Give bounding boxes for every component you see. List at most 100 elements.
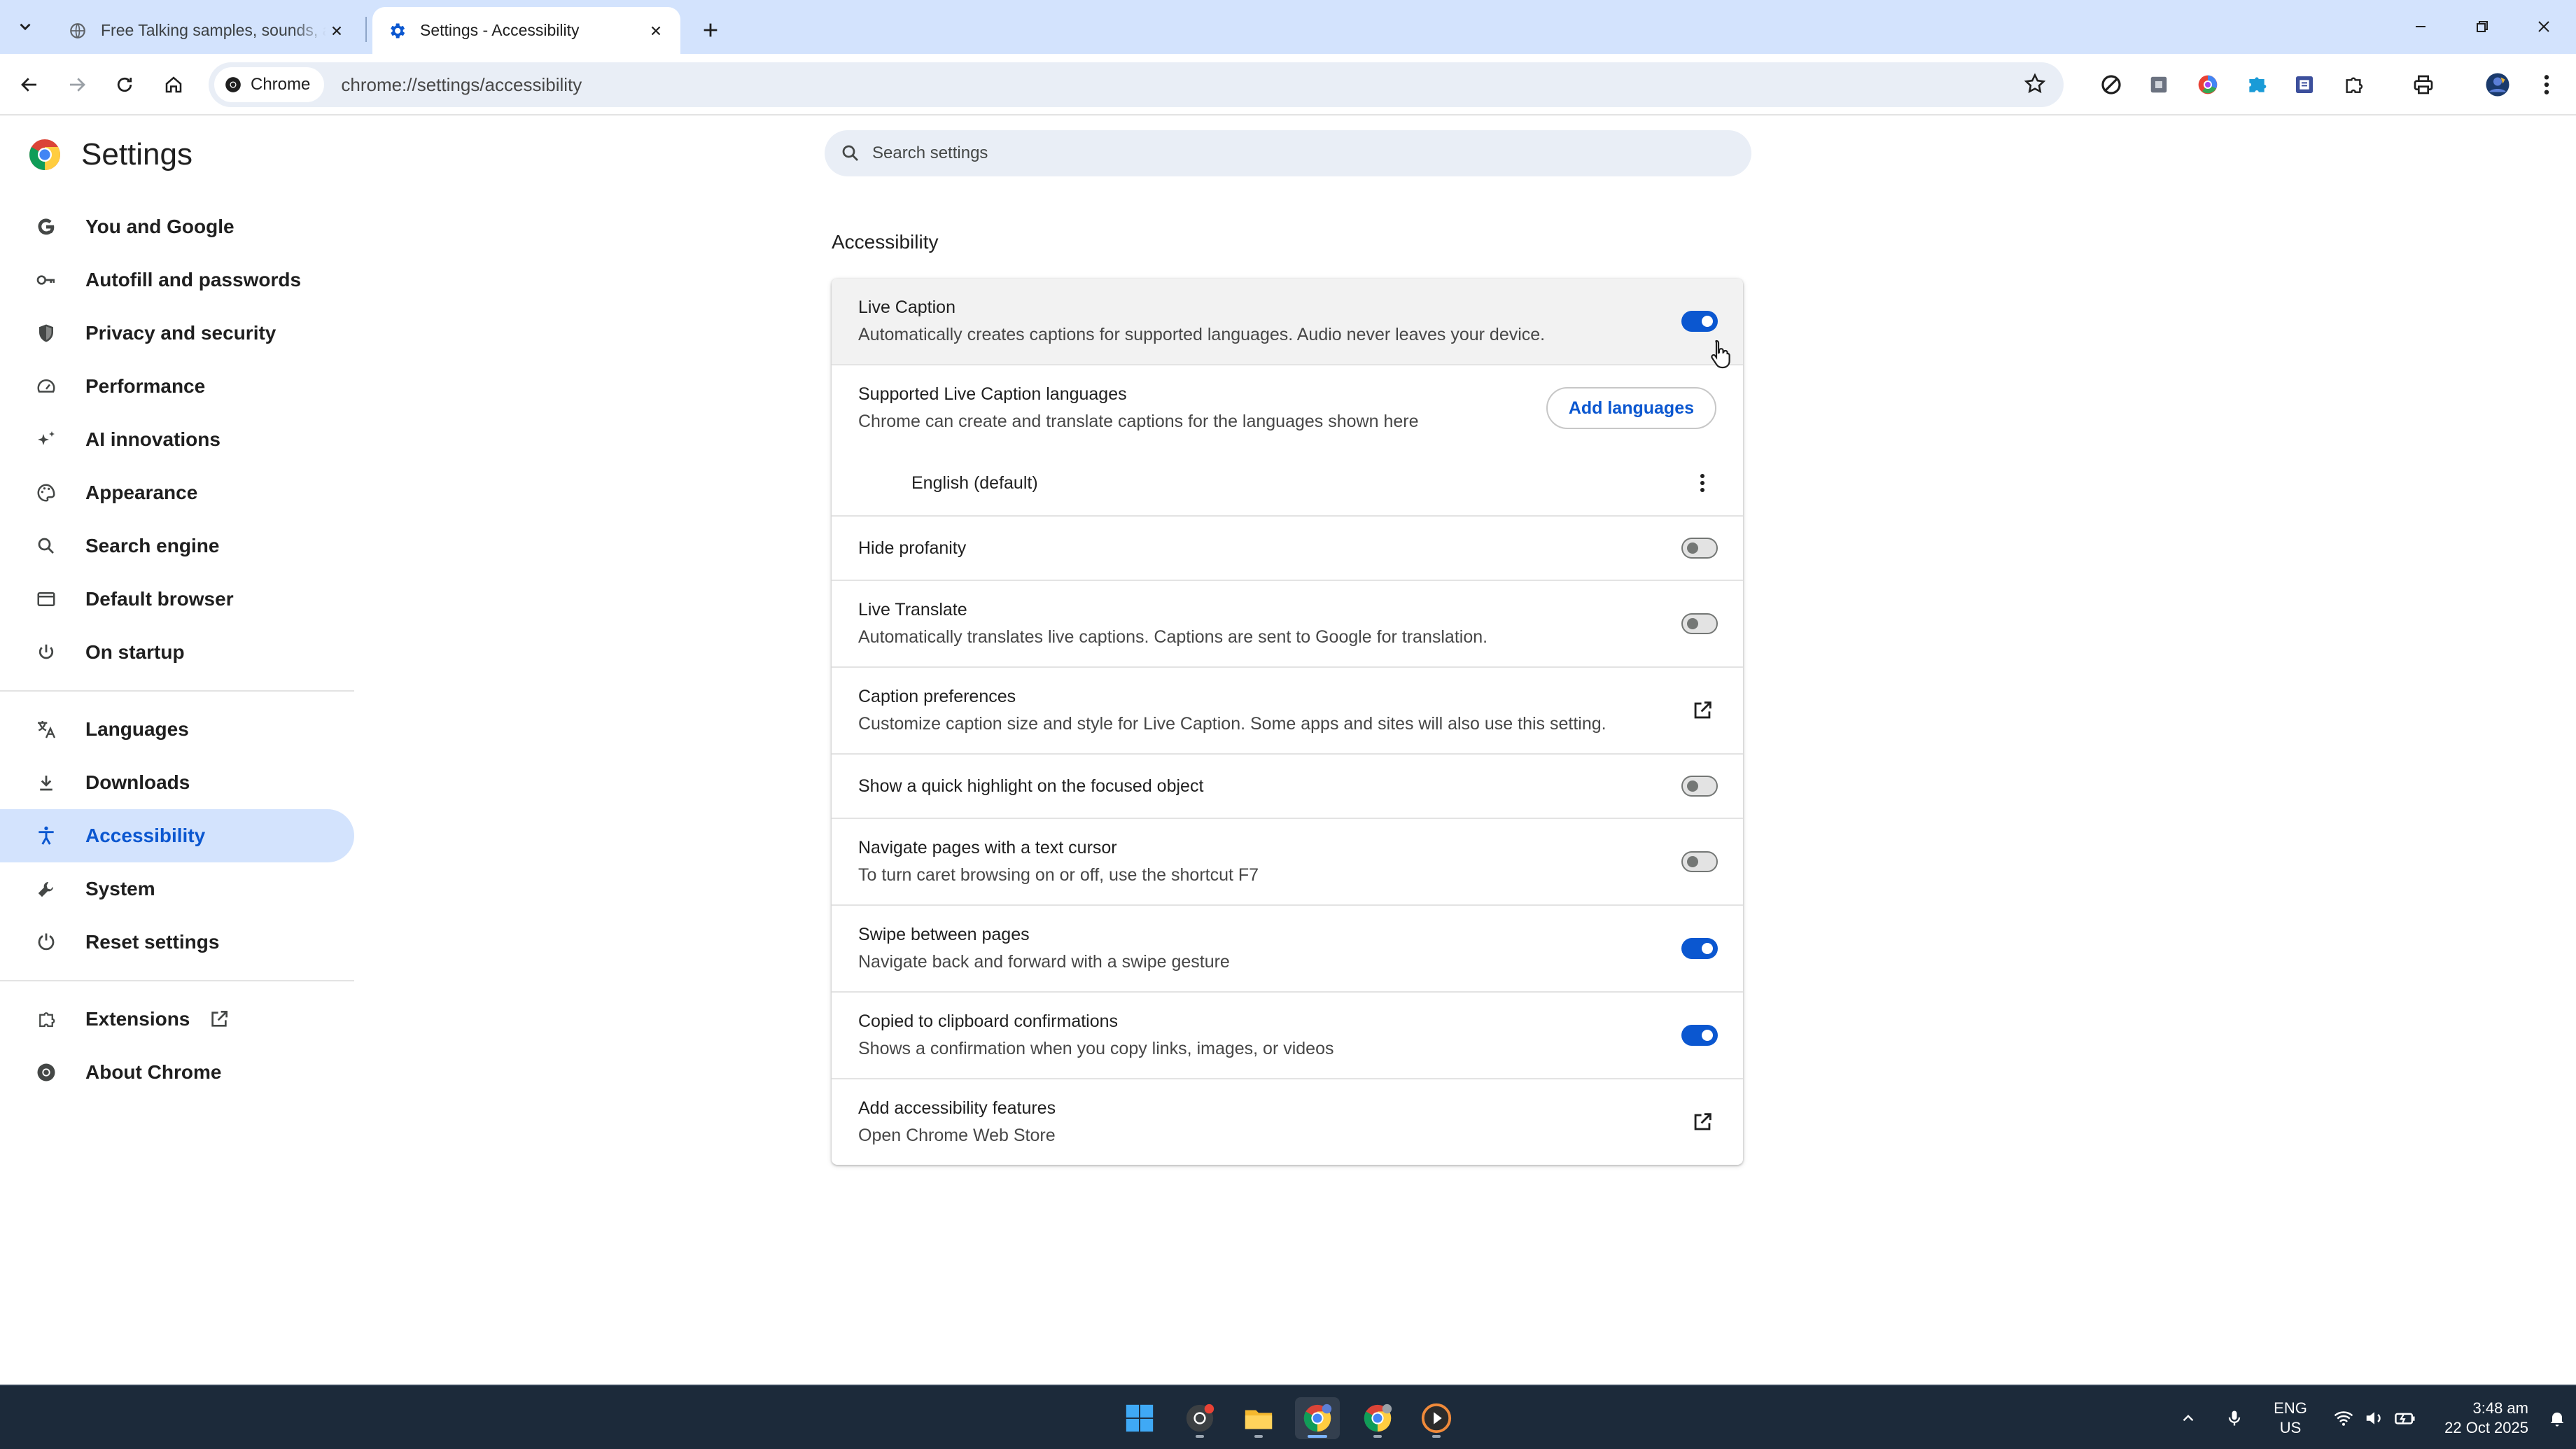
taskbar-media-player[interactable] bbox=[1414, 1397, 1459, 1439]
clock-time: 3:48 am bbox=[2472, 1399, 2529, 1417]
sidebar-item-appearance[interactable]: Appearance bbox=[0, 466, 354, 519]
open-in-new-icon[interactable] bbox=[1688, 696, 1716, 724]
shield-icon bbox=[34, 321, 59, 346]
live-caption-row[interactable]: Live Caption Automatically creates capti… bbox=[832, 279, 1743, 364]
restore-button[interactable] bbox=[2454, 7, 2510, 46]
block-icon[interactable] bbox=[2096, 69, 2127, 100]
live-translate-row[interactable]: Live Translate Automatically translates … bbox=[832, 580, 1743, 666]
input-language[interactable]: ENG US bbox=[2262, 1399, 2318, 1438]
chevron-up-icon[interactable] bbox=[2173, 1409, 2204, 1427]
sparkle-icon bbox=[34, 427, 59, 452]
settings-header: Settings bbox=[28, 137, 192, 172]
text-cursor-toggle[interactable] bbox=[1681, 851, 1718, 872]
tab-separator bbox=[365, 17, 367, 42]
open-in-new-icon[interactable] bbox=[1688, 1108, 1716, 1136]
profile-avatar-icon[interactable] bbox=[2482, 69, 2513, 100]
swipe-pages-row[interactable]: Swipe between pages Navigate back and fo… bbox=[832, 904, 1743, 991]
start-button[interactable] bbox=[1117, 1397, 1162, 1439]
settings-page: Settings You and Google Autofill and pas… bbox=[0, 116, 2576, 1385]
taskbar-chrome-profile[interactable] bbox=[1355, 1397, 1400, 1439]
sidebar-item-default-browser[interactable]: Default browser bbox=[0, 573, 354, 626]
extensions-puzzle-icon[interactable] bbox=[2338, 69, 2369, 100]
tab-settings-accessibility[interactable]: Settings - Accessibility bbox=[372, 7, 680, 54]
text-cursor-row[interactable]: Navigate pages with a text cursor To tur… bbox=[832, 818, 1743, 904]
volume-icon[interactable] bbox=[2359, 1408, 2390, 1429]
clipboard-confirmations-row[interactable]: Copied to clipboard confirmations Shows … bbox=[832, 991, 1743, 1078]
sidebar-item-search-engine[interactable]: Search engine bbox=[0, 519, 354, 573]
close-window-button[interactable] bbox=[2516, 7, 2572, 46]
close-tab-icon[interactable] bbox=[326, 20, 347, 41]
address-bar[interactable]: Chrome chrome://settings/accessibility bbox=[209, 62, 2064, 107]
bookmark-star-icon[interactable] bbox=[2023, 72, 2047, 96]
sidebar-item-on-startup[interactable]: On startup bbox=[0, 626, 354, 679]
language-list-item: English (default) bbox=[832, 451, 1743, 515]
download-icon bbox=[34, 770, 59, 795]
taskbar-chrome-canary[interactable] bbox=[1177, 1397, 1222, 1439]
sidebar-item-label: Downloads bbox=[85, 771, 190, 793]
minimize-button[interactable] bbox=[2393, 7, 2449, 46]
tab-title: Free Talking samples, sounds, a bbox=[101, 21, 326, 39]
keyboard-region: US bbox=[2279, 1419, 2302, 1436]
close-tab-icon[interactable] bbox=[645, 20, 666, 41]
add-accessibility-features-row[interactable]: Add accessibility features Open Chrome W… bbox=[832, 1078, 1743, 1165]
clipboard-confirmations-toggle[interactable] bbox=[1681, 1025, 1718, 1046]
hide-profanity-row[interactable]: Hide profanity bbox=[832, 515, 1743, 580]
url-text[interactable]: chrome://settings/accessibility bbox=[341, 74, 582, 96]
live-translate-toggle[interactable] bbox=[1681, 613, 1718, 634]
microphone-icon[interactable] bbox=[2213, 1408, 2255, 1428]
more-actions-icon[interactable] bbox=[1688, 469, 1716, 497]
sidebar-item-accessibility[interactable]: Accessibility bbox=[0, 809, 354, 862]
sidebar-item-performance[interactable]: Performance bbox=[0, 360, 354, 413]
clock[interactable]: 3:48 am 22 Oct 2025 bbox=[2430, 1399, 2528, 1438]
color-picker-icon[interactable] bbox=[2192, 69, 2223, 100]
sidebar-item-downloads[interactable]: Downloads bbox=[0, 756, 354, 809]
tab-search-button[interactable] bbox=[7, 8, 43, 45]
sidebar-item-extensions[interactable]: Extensions bbox=[0, 993, 354, 1046]
back-button[interactable] bbox=[13, 68, 46, 102]
reader-icon[interactable] bbox=[2289, 69, 2320, 100]
sidebar-item-autofill[interactable]: Autofill and passwords bbox=[0, 253, 354, 307]
sidebar-item-label: You and Google bbox=[85, 216, 234, 237]
windows-taskbar: ENG US 3:48 am 22 Oct 2025 bbox=[0, 1385, 2576, 1449]
hide-profanity-toggle[interactable] bbox=[1681, 538, 1718, 559]
add-languages-button[interactable]: Add languages bbox=[1546, 387, 1716, 429]
chrome-icon bbox=[1364, 1404, 1392, 1432]
sidebar-item-label: AI innovations bbox=[85, 428, 220, 450]
menu-kebab-icon[interactable] bbox=[2531, 69, 2562, 100]
quick-highlight-toggle[interactable] bbox=[1681, 776, 1718, 797]
notification-bell-icon[interactable] bbox=[2540, 1408, 2575, 1428]
open-in-new-icon bbox=[208, 1008, 230, 1030]
sidebar-item-about-chrome[interactable]: About Chrome bbox=[0, 1046, 354, 1099]
extension-square-icon[interactable] bbox=[2143, 69, 2174, 100]
wifi-icon[interactable] bbox=[2328, 1408, 2359, 1429]
puzzle-blue-icon[interactable] bbox=[2241, 69, 2272, 100]
swipe-pages-toggle[interactable] bbox=[1681, 938, 1718, 959]
search-settings-box[interactable] bbox=[825, 130, 1751, 176]
sidebar-item-languages[interactable]: Languages bbox=[0, 703, 354, 756]
forward-button[interactable] bbox=[60, 68, 94, 102]
back-arrow-icon bbox=[21, 78, 36, 92]
play-icon bbox=[1421, 1403, 1452, 1434]
reload-button[interactable] bbox=[108, 68, 141, 102]
battery-icon[interactable] bbox=[2390, 1408, 2421, 1429]
live-caption-toggle[interactable] bbox=[1681, 311, 1718, 332]
language-code: ENG bbox=[2274, 1399, 2307, 1417]
tab-free-talking-samples[interactable]: Free Talking samples, sounds, a bbox=[53, 7, 361, 54]
sidebar-item-ai-innovations[interactable]: AI innovations bbox=[0, 413, 354, 466]
site-info-chip[interactable]: Chrome bbox=[214, 67, 325, 102]
sidebar-item-you-and-google[interactable]: You and Google bbox=[0, 200, 354, 253]
browser-window-icon bbox=[34, 587, 59, 612]
taskbar-chrome[interactable] bbox=[1295, 1397, 1340, 1439]
sidebar-item-reset-settings[interactable]: Reset settings bbox=[0, 916, 354, 969]
sidebar-item-system[interactable]: System bbox=[0, 862, 354, 916]
sidebar-item-privacy[interactable]: Privacy and security bbox=[0, 307, 354, 360]
speedometer-icon bbox=[34, 374, 59, 399]
new-tab-button[interactable] bbox=[693, 13, 728, 48]
print-icon[interactable] bbox=[2408, 69, 2439, 100]
search-settings-input[interactable] bbox=[872, 144, 1712, 163]
home-button[interactable] bbox=[157, 68, 190, 102]
taskbar-file-explorer[interactable] bbox=[1236, 1397, 1281, 1439]
quick-highlight-row[interactable]: Show a quick highlight on the focused ob… bbox=[832, 753, 1743, 818]
caption-preferences-row[interactable]: Caption preferences Customize caption si… bbox=[832, 666, 1743, 753]
row-label: Live Translate bbox=[858, 600, 967, 620]
